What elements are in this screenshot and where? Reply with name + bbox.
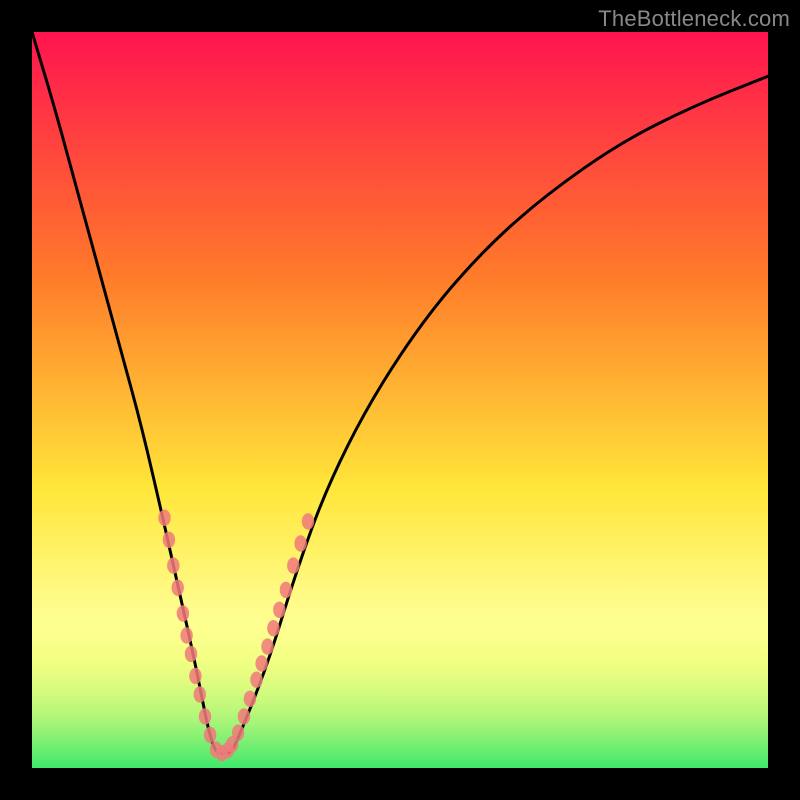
data-marker <box>172 580 184 596</box>
good-zone-band <box>32 599 768 768</box>
data-marker <box>238 708 250 724</box>
data-marker <box>167 557 179 573</box>
data-marker <box>280 582 292 598</box>
data-marker <box>244 691 256 707</box>
data-marker <box>302 513 314 529</box>
data-marker <box>287 557 299 573</box>
data-marker <box>185 646 197 662</box>
data-marker <box>232 725 244 741</box>
data-marker <box>177 605 189 621</box>
watermark-text: TheBottleneck.com <box>598 6 790 32</box>
data-marker <box>189 668 201 684</box>
data-marker <box>163 532 175 548</box>
data-marker <box>250 672 262 688</box>
data-marker <box>199 708 211 724</box>
data-marker <box>273 602 285 618</box>
chart-svg <box>32 32 768 768</box>
chart-frame: TheBottleneck.com <box>0 0 800 800</box>
data-marker <box>158 510 170 526</box>
data-marker <box>194 686 206 702</box>
data-marker <box>267 620 279 636</box>
data-marker <box>204 727 216 743</box>
data-marker <box>180 627 192 643</box>
plot-area <box>32 32 768 768</box>
data-marker <box>294 535 306 551</box>
data-marker <box>255 655 267 671</box>
data-marker <box>261 638 273 654</box>
